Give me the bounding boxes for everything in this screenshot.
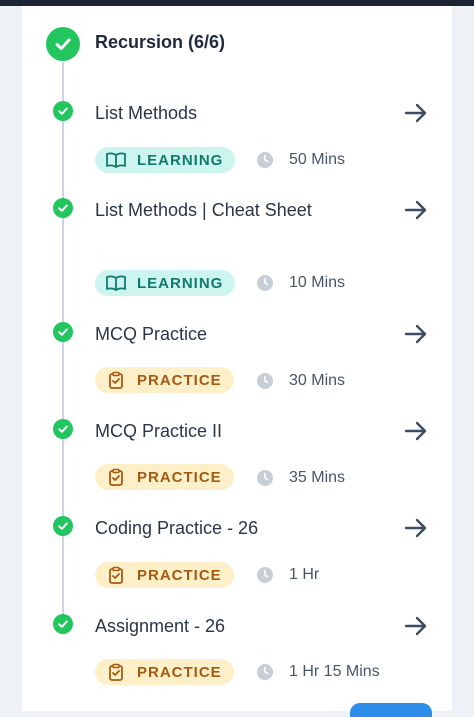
clipboard-check-icon xyxy=(105,663,127,681)
practice-badge: PRACTICE xyxy=(95,562,234,588)
learning-badge: LEARNING xyxy=(95,270,235,296)
duration-text: 1 Hr xyxy=(289,566,320,583)
item-title[interactable]: Coding Practice - 26 xyxy=(95,512,315,544)
floating-action-button[interactable] xyxy=(350,703,432,717)
section-complete-check-icon xyxy=(46,27,80,61)
badge-label: PRACTICE xyxy=(137,371,222,389)
item-title[interactable]: List Methods xyxy=(95,97,315,129)
arrow-right-icon[interactable] xyxy=(402,101,430,125)
practice-badge: PRACTICE xyxy=(95,464,234,490)
practice-badge: PRACTICE xyxy=(95,367,234,393)
duration-text: 50 Mins xyxy=(289,151,346,168)
duration-text: 30 Mins xyxy=(289,372,346,389)
arrow-right-icon[interactable] xyxy=(402,516,430,540)
item-complete-check-icon xyxy=(53,322,73,342)
clock-icon xyxy=(257,152,273,168)
duration-text: 35 Mins xyxy=(289,469,346,486)
learning-badge: LEARNING xyxy=(95,147,235,173)
clock-icon xyxy=(257,664,273,680)
badge-label: LEARNING xyxy=(137,274,224,292)
item-complete-check-icon xyxy=(53,198,73,218)
book-open-icon xyxy=(105,151,127,169)
item-complete-check-icon xyxy=(53,419,73,439)
clipboard-check-icon xyxy=(105,566,127,584)
item-complete-check-icon xyxy=(53,101,73,121)
practice-badge: PRACTICE xyxy=(95,659,234,685)
clipboard-check-icon xyxy=(105,371,127,389)
item-title[interactable]: MCQ Practice II xyxy=(95,415,315,447)
badge-label: PRACTICE xyxy=(137,468,222,486)
arrow-right-icon[interactable] xyxy=(402,614,430,638)
item-title[interactable]: MCQ Practice xyxy=(95,318,315,350)
badge-label: PRACTICE xyxy=(137,663,222,681)
clock-icon xyxy=(257,275,273,291)
duration-text: 1 Hr 15 Mins xyxy=(289,663,380,680)
progress-timeline xyxy=(62,62,64,622)
arrow-right-icon[interactable] xyxy=(402,322,430,346)
book-open-icon xyxy=(105,274,127,292)
badge-label: PRACTICE xyxy=(137,566,222,584)
item-title[interactable]: List Methods | Cheat Sheet xyxy=(95,194,315,226)
clock-icon xyxy=(257,470,273,486)
clock-icon xyxy=(257,373,273,389)
clipboard-check-icon xyxy=(105,468,127,486)
arrow-right-icon[interactable] xyxy=(402,419,430,443)
arrow-right-icon[interactable] xyxy=(402,198,430,222)
section-title[interactable]: Recursion (6/6) xyxy=(95,32,225,53)
item-complete-check-icon xyxy=(53,614,73,634)
duration-text: 10 Mins xyxy=(289,274,346,291)
badge-label: LEARNING xyxy=(137,151,224,169)
item-title[interactable]: Assignment - 26 xyxy=(95,610,315,642)
clock-icon xyxy=(257,567,273,583)
item-complete-check-icon xyxy=(53,516,73,536)
